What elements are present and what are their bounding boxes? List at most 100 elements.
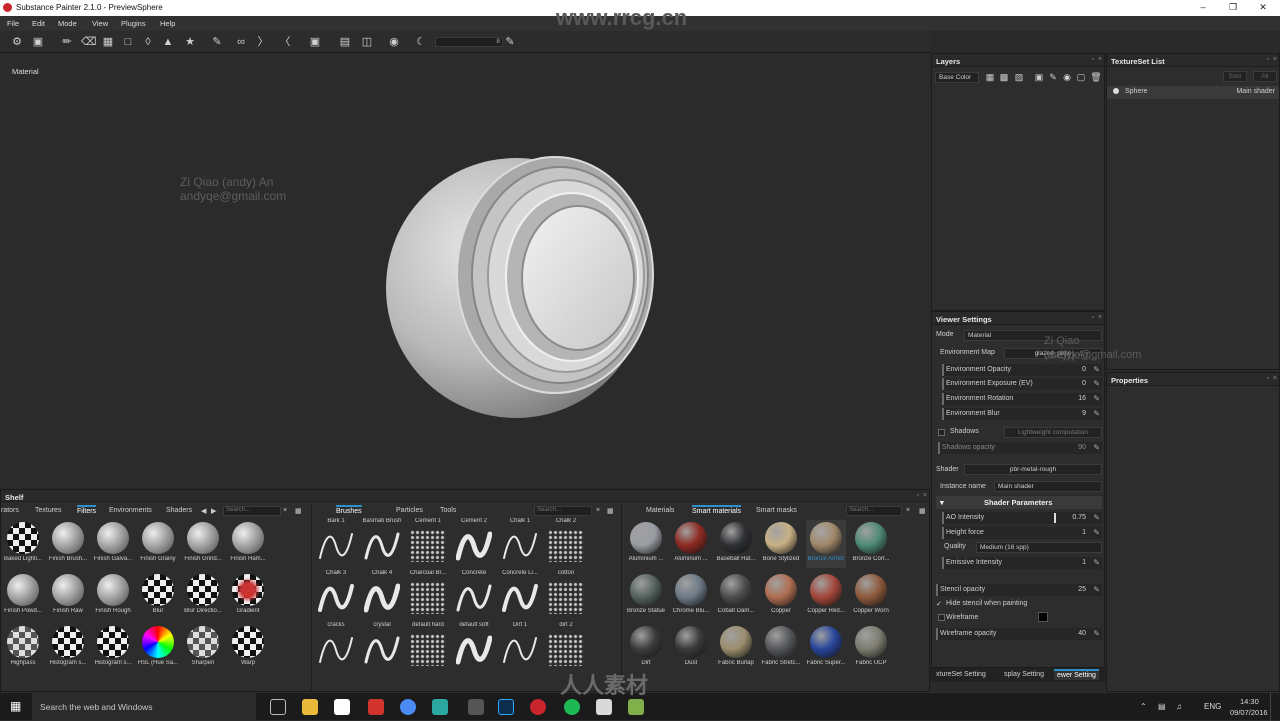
- textureset-row-sphere[interactable]: Sphere Main shader: [1107, 86, 1279, 99]
- cube-icon[interactable]: ◫: [360, 35, 374, 49]
- brush-thumb[interactable]: Chalk 3: [314, 570, 358, 622]
- shadows-select[interactable]: Lightweight computation: [1004, 427, 1102, 438]
- tab-scroll-right-icon[interactable]: ▶: [211, 507, 216, 515]
- material-thumb[interactable]: Bronze Armor: [806, 520, 846, 568]
- view-3d2d-icon[interactable]: ▤: [338, 35, 352, 49]
- brush-thumb[interactable]: cotton: [544, 570, 588, 622]
- tab-tools[interactable]: Tools: [440, 507, 456, 514]
- float-icon[interactable]: ▫: [1267, 375, 1269, 382]
- tray-volume-icon[interactable]: ♫: [1176, 702, 1182, 711]
- filter-thumb[interactable]: Sharpen: [183, 624, 223, 672]
- shelf-filter-icon[interactable]: ▦: [295, 507, 302, 515]
- filter-thumb[interactable]: Finish Raw: [48, 572, 88, 620]
- filter-thumb[interactable]: Finish Grind...: [183, 520, 223, 568]
- tab-particles[interactable]: Particles: [396, 507, 423, 514]
- brush-thumb[interactable]: dirt 2: [544, 622, 588, 674]
- close-icon[interactable]: ×: [1098, 314, 1102, 321]
- task-view-icon[interactable]: [270, 699, 286, 715]
- symmetry-y-icon[interactable]: 〈: [278, 35, 292, 49]
- tab-generators[interactable]: rators: [1, 507, 19, 514]
- filter-thumb[interactable]: Finish Rough: [93, 572, 133, 620]
- channel-select[interactable]: Base Color: [935, 72, 979, 83]
- material-thumb[interactable]: Bone Stylized: [761, 520, 801, 568]
- env-exposure-slider[interactable]: Environment Exposure (EV) 0 ✎: [942, 378, 1102, 390]
- tab-textures[interactable]: Textures: [35, 507, 61, 514]
- app-icon-green[interactable]: [628, 699, 644, 715]
- float-icon[interactable]: ▫: [1092, 56, 1094, 63]
- screenshot-icon[interactable]: ▣: [31, 35, 45, 49]
- env-opacity-slider[interactable]: Environment Opacity 0 ✎: [942, 364, 1102, 376]
- eraser-icon[interactable]: ⌫: [81, 35, 97, 49]
- pen-icon[interactable]: ✎: [1093, 585, 1100, 594]
- smudge-icon[interactable]: ▲: [161, 35, 175, 49]
- brush-thumb[interactable]: Concrete Li...: [498, 570, 542, 622]
- brush-thumb[interactable]: Chalk 2: [544, 518, 588, 570]
- geometry-mask-icon[interactable]: □: [121, 35, 135, 49]
- app-icon-light[interactable]: [596, 699, 612, 715]
- material-thumb[interactable]: Fabric Burlap: [716, 624, 756, 672]
- delete-layer-icon[interactable]: 🗑: [1089, 70, 1103, 84]
- iray-icon[interactable]: ☾: [414, 35, 428, 49]
- pen-icon[interactable]: ✎: [1093, 558, 1100, 567]
- instance-name-input[interactable]: Main shader: [994, 481, 1102, 492]
- brush-thumb[interactable]: default hard: [406, 622, 450, 674]
- pen-icon[interactable]: ✎: [1093, 528, 1100, 537]
- shadows-opacity-slider[interactable]: Shadows opacity 90 ✎: [938, 442, 1102, 454]
- brush-search-input[interactable]: Search...: [534, 506, 592, 516]
- float-icon[interactable]: ▫: [1092, 314, 1094, 321]
- app-icon-teal[interactable]: [432, 699, 448, 715]
- windows-start-icon[interactable]: ▦: [10, 700, 23, 713]
- chrome-icon[interactable]: [400, 699, 416, 715]
- material-thumb[interactable]: Dirt: [626, 624, 666, 672]
- tab-environments[interactable]: Environments: [109, 507, 152, 514]
- add-layer-icon[interactable]: ✎: [1046, 70, 1060, 84]
- show-desktop-button[interactable]: [1270, 693, 1280, 721]
- wireframe-opacity-slider[interactable]: Wireframe opacity 40 ✎: [936, 628, 1102, 640]
- filter-thumb[interactable]: Blur: [138, 572, 178, 620]
- app-icon-red[interactable]: [368, 699, 384, 715]
- app-icon-gray[interactable]: [468, 699, 484, 715]
- filter-thumb[interactable]: Finish Ham...: [228, 520, 268, 568]
- filters-search-input[interactable]: Search...: [223, 506, 281, 516]
- polygon-fill-icon[interactable]: ◊: [141, 35, 155, 49]
- brush-thumb[interactable]: crystal: [360, 622, 404, 674]
- brush-thumb[interactable]: Dirt 1: [498, 622, 542, 674]
- tab-brushes[interactable]: Brushes: [336, 505, 362, 515]
- material-thumb[interactable]: Bronze Statue: [626, 572, 666, 620]
- filter-thumb[interactable]: Histogram s...: [93, 624, 133, 672]
- tab-scroll-left-icon[interactable]: ◀: [201, 507, 206, 515]
- close-icon[interactable]: ×: [923, 492, 927, 499]
- brush-thumb[interactable]: Cement 2: [452, 518, 496, 570]
- shadows-checkbox[interactable]: [938, 429, 945, 436]
- filter-thumb[interactable]: Finish Powd...: [3, 572, 43, 620]
- taskbar-search-box[interactable]: Search the web and Windows: [32, 693, 256, 721]
- material-thumb[interactable]: Chrome Blu...: [671, 572, 711, 620]
- spotify-icon[interactable]: [564, 699, 580, 715]
- filter-thumb[interactable]: Histogram s...: [48, 624, 88, 672]
- brush-thumb[interactable]: Basmati Brush: [360, 518, 404, 570]
- brush-thumb[interactable]: Cement 1: [406, 518, 450, 570]
- pen-icon[interactable]: ✎: [1093, 629, 1100, 638]
- filter-thumb[interactable]: Blur Directio...: [183, 572, 223, 620]
- brush-thumb[interactable]: cracks: [314, 622, 358, 674]
- menu-plugins[interactable]: Plugins: [121, 19, 146, 28]
- float-icon[interactable]: ▫: [1267, 56, 1269, 63]
- add-fill-layer-icon[interactable]: ▣: [1032, 70, 1046, 84]
- shelf-filter-icon[interactable]: ▦: [919, 507, 926, 515]
- shader-select[interactable]: pbr-metal-rough: [964, 464, 1102, 475]
- store-icon[interactable]: [334, 699, 350, 715]
- duplicate-icon[interactable]: ▢: [1074, 70, 1088, 84]
- filter-thumb[interactable]: Finish Grainy: [138, 520, 178, 568]
- filter-thumb[interactable]: Finish Galva...: [93, 520, 133, 568]
- close-icon[interactable]: ×: [1273, 375, 1277, 382]
- material-thumb[interactable]: Aluminium ...: [626, 520, 666, 568]
- material-thumb[interactable]: Aluminum ...: [671, 520, 711, 568]
- close-icon[interactable]: ×: [1098, 56, 1102, 63]
- brush-thumb[interactable]: Charcoal Br...: [406, 570, 450, 622]
- tray-date[interactable]: 09/07/2016: [1230, 708, 1268, 717]
- shader-parameters-section[interactable]: ▾ Shader Parameters: [936, 496, 1102, 509]
- pen-icon[interactable]: ✎: [1093, 394, 1100, 403]
- brush-thumb[interactable]: Concrete: [452, 570, 496, 622]
- tray-network-icon[interactable]: ▤: [1158, 702, 1166, 711]
- filter-thumb[interactable]: Highpass: [3, 624, 43, 672]
